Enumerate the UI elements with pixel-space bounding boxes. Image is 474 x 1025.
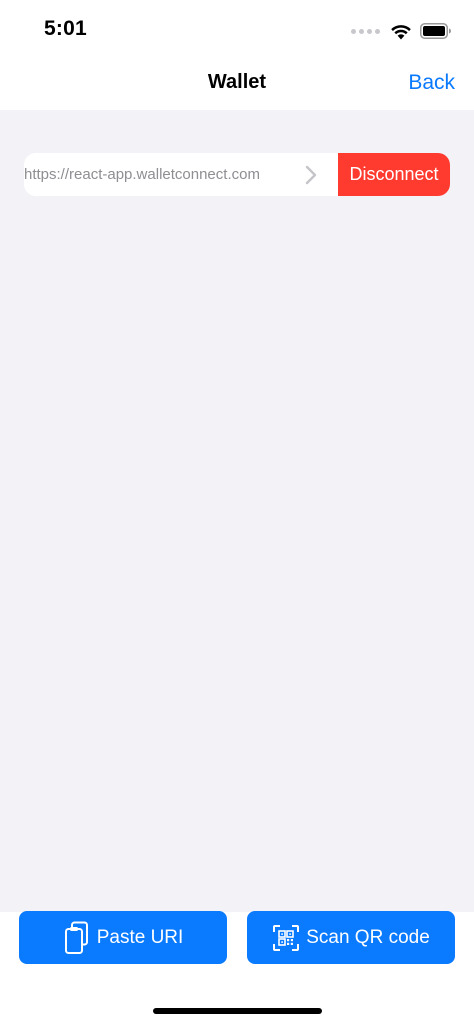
qr-code-icon (273, 924, 300, 951)
session-cell[interactable]: https://react-app.walletconnect.com (24, 153, 338, 196)
status-time: 5:01 (44, 17, 87, 40)
scan-qr-button[interactable]: Scan QR code (247, 911, 455, 964)
paste-uri-button[interactable]: Paste URI (19, 911, 227, 964)
disconnect-button[interactable]: Disconnect (338, 153, 450, 196)
session-url: https://react-app.walletconnect.com (24, 166, 260, 183)
navigation-bar: Wallet Back (0, 58, 474, 110)
session-list: https://react-app.walletconnect.com Disc… (0, 110, 474, 912)
scan-qr-label: Scan QR code (306, 926, 430, 948)
clipboard-icon (64, 921, 88, 954)
paste-uri-label: Paste URI (96, 926, 184, 948)
page-title: Wallet (207, 71, 267, 93)
back-button[interactable]: Back (408, 71, 455, 95)
disconnect-label: Disconnect (349, 164, 439, 184)
chevron-right-icon (305, 165, 317, 185)
home-indicator[interactable] (153, 1008, 322, 1014)
status-icons (351, 20, 452, 42)
session-row: https://react-app.walletconnect.com Disc… (24, 153, 450, 196)
battery-icon (420, 23, 451, 39)
status-bar: 5:01 (0, 0, 474, 58)
bottom-toolbar: Paste URI Scan QR code (0, 911, 474, 1025)
wifi-icon (391, 24, 411, 39)
cellular-signal-icon (351, 28, 380, 34)
